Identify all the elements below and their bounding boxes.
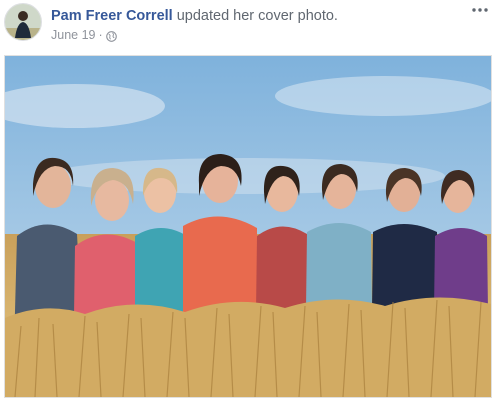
- cover-photo[interactable]: [4, 55, 492, 398]
- wheat-field-front: [5, 297, 491, 397]
- post-action-text: updated her cover photo.: [176, 8, 338, 24]
- post-header: Pam Freer Correll updated her cover phot…: [51, 7, 338, 25]
- feed-post: Pam Freer Correll updated her cover phot…: [0, 0, 496, 405]
- author-avatar[interactable]: [4, 3, 42, 41]
- post-date[interactable]: June 19: [51, 27, 95, 43]
- meta-separator: ·: [98, 28, 103, 42]
- more-options-icon[interactable]: [470, 2, 490, 18]
- globe-icon[interactable]: [105, 30, 117, 42]
- author-name-link[interactable]: Pam Freer Correll: [51, 8, 173, 24]
- post-meta: June 19 ·: [51, 27, 117, 43]
